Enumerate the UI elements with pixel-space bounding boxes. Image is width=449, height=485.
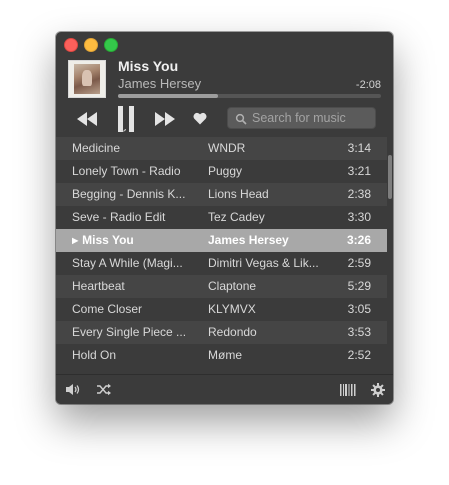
now-playing-title: Miss You xyxy=(118,58,179,74)
album-artwork[interactable] xyxy=(68,60,106,98)
minimize-button[interactable] xyxy=(84,38,98,52)
track-duration: 3:30 xyxy=(347,210,371,224)
track-artist: Redondo xyxy=(208,325,257,339)
fast-forward-icon[interactable] xyxy=(154,112,176,126)
volume-icon[interactable] xyxy=(65,383,81,401)
search-input[interactable] xyxy=(252,110,372,126)
track-duration: 2:59 xyxy=(347,256,371,270)
track-artist: Puggy xyxy=(208,164,243,178)
track-title: Heartbeat xyxy=(72,275,200,298)
progress-fill xyxy=(118,94,218,98)
track-title-text: Every Single Piece ... xyxy=(72,325,187,339)
track-row[interactable]: Lonely Town - Radio Puggy 3:21 xyxy=(56,160,387,183)
track-row[interactable]: Come Closer KLYMVX 3:05 xyxy=(56,298,387,321)
search-icon xyxy=(235,112,247,130)
track-title-text: Come Closer xyxy=(72,302,143,316)
track-title: Every Single Piece ... xyxy=(72,321,200,344)
barcode-icon[interactable] xyxy=(340,383,356,401)
track-title-text: Medicine xyxy=(72,141,121,155)
track-title: Seve - Radio Edit xyxy=(72,206,200,229)
track-row[interactable]: Stay A While (Magi... Dimitri Vegas & Lik… xyxy=(56,252,387,275)
shuffle-icon[interactable] xyxy=(96,383,111,401)
track-duration: 3:08 xyxy=(348,129,371,137)
track-title-text: Lonely Town - Radio xyxy=(72,164,181,178)
track-title: Medicine xyxy=(72,137,200,160)
track-artist: WNDR xyxy=(208,141,246,155)
scrollbar[interactable] xyxy=(387,129,393,375)
track-artist: James Hersey xyxy=(208,233,289,247)
scrollbar-thumb[interactable] xyxy=(388,155,392,199)
track-title-text: Heartbeat xyxy=(72,279,125,293)
track-duration: 3:53 xyxy=(347,325,371,339)
track-artist: Dimitri Vegas & Lik... xyxy=(208,256,319,270)
track-title: Find Song xyxy=(72,129,200,137)
track-title-text: Seve - Radio Edit xyxy=(72,210,166,224)
gear-icon[interactable] xyxy=(371,383,385,402)
track-title: Begging - Dennis K... xyxy=(72,183,200,206)
track-duration: 3:26 xyxy=(346,233,371,247)
track-row[interactable]: Hold On Møme 2:52 xyxy=(56,344,387,367)
track-artist: Møme xyxy=(208,348,242,362)
track-artist: Tez Cadey xyxy=(208,210,265,224)
track-artist: KLYMVX xyxy=(208,302,256,316)
zoom-button[interactable] xyxy=(104,38,118,52)
track-duration: 2:38 xyxy=(347,187,371,201)
now-playing-artist: James Hersey xyxy=(118,76,202,91)
track-duration: 3:21 xyxy=(347,164,371,178)
playing-indicator-icon: ▶ xyxy=(72,236,79,245)
rewind-icon[interactable] xyxy=(76,112,98,126)
track-row[interactable]: Seve - Radio Edit Tez Cadey 3:30 xyxy=(56,206,387,229)
track-title-text: Begging - Dennis K... xyxy=(72,187,186,201)
track-duration: 2:52 xyxy=(347,348,371,362)
progress-bar[interactable] xyxy=(118,94,381,98)
track-row[interactable]: Heartbeat Claptone 5:29 xyxy=(56,275,387,298)
track-title: Lonely Town - Radio xyxy=(72,160,200,183)
track-title: ▶ Miss You xyxy=(72,229,200,252)
track-artist: Claptone xyxy=(208,279,257,293)
bottom-toolbar xyxy=(56,374,393,404)
album-artwork-image xyxy=(74,64,100,94)
track-title: Stay A While (Magi... xyxy=(72,252,200,275)
heart-icon[interactable] xyxy=(193,112,207,125)
track-duration: 3:14 xyxy=(347,141,371,155)
track-row[interactable]: Begging - Dennis K... Lions Head 2:38 xyxy=(56,183,387,206)
track-title: Come Closer xyxy=(72,298,200,321)
track-row-selected[interactable]: ▶ Miss You James Hersey 3:26 xyxy=(56,229,387,252)
remaining-time: -2:08 xyxy=(355,79,381,91)
track-artist: Lions Head xyxy=(208,187,269,201)
track-artist: Mo xyxy=(208,129,336,137)
search-box[interactable] xyxy=(227,107,376,129)
track-row[interactable]: Find Song Mo 3:08 xyxy=(56,129,387,137)
track-title-text: Find Song xyxy=(72,129,127,132)
track-title-text: Stay A While (Magi... xyxy=(72,256,183,270)
track-title-text: Miss You xyxy=(82,233,134,247)
track-list: Find Song Mo 3:08 Medicine WNDR 3:14 Lonely To… xyxy=(56,129,387,375)
music-player-window: Miss You James Hersey -2:08 Search for m… xyxy=(56,32,393,404)
track-title-text: Hold On xyxy=(72,348,117,362)
track-title: Hold On xyxy=(72,344,200,367)
track-duration: 3:05 xyxy=(347,302,371,316)
track-row[interactable]: Every Single Piece ... Redondo 3:53 xyxy=(56,321,387,344)
track-duration: 5:29 xyxy=(347,279,371,293)
close-button[interactable] xyxy=(64,38,78,52)
track-row[interactable]: Medicine WNDR 3:14 xyxy=(56,137,387,160)
